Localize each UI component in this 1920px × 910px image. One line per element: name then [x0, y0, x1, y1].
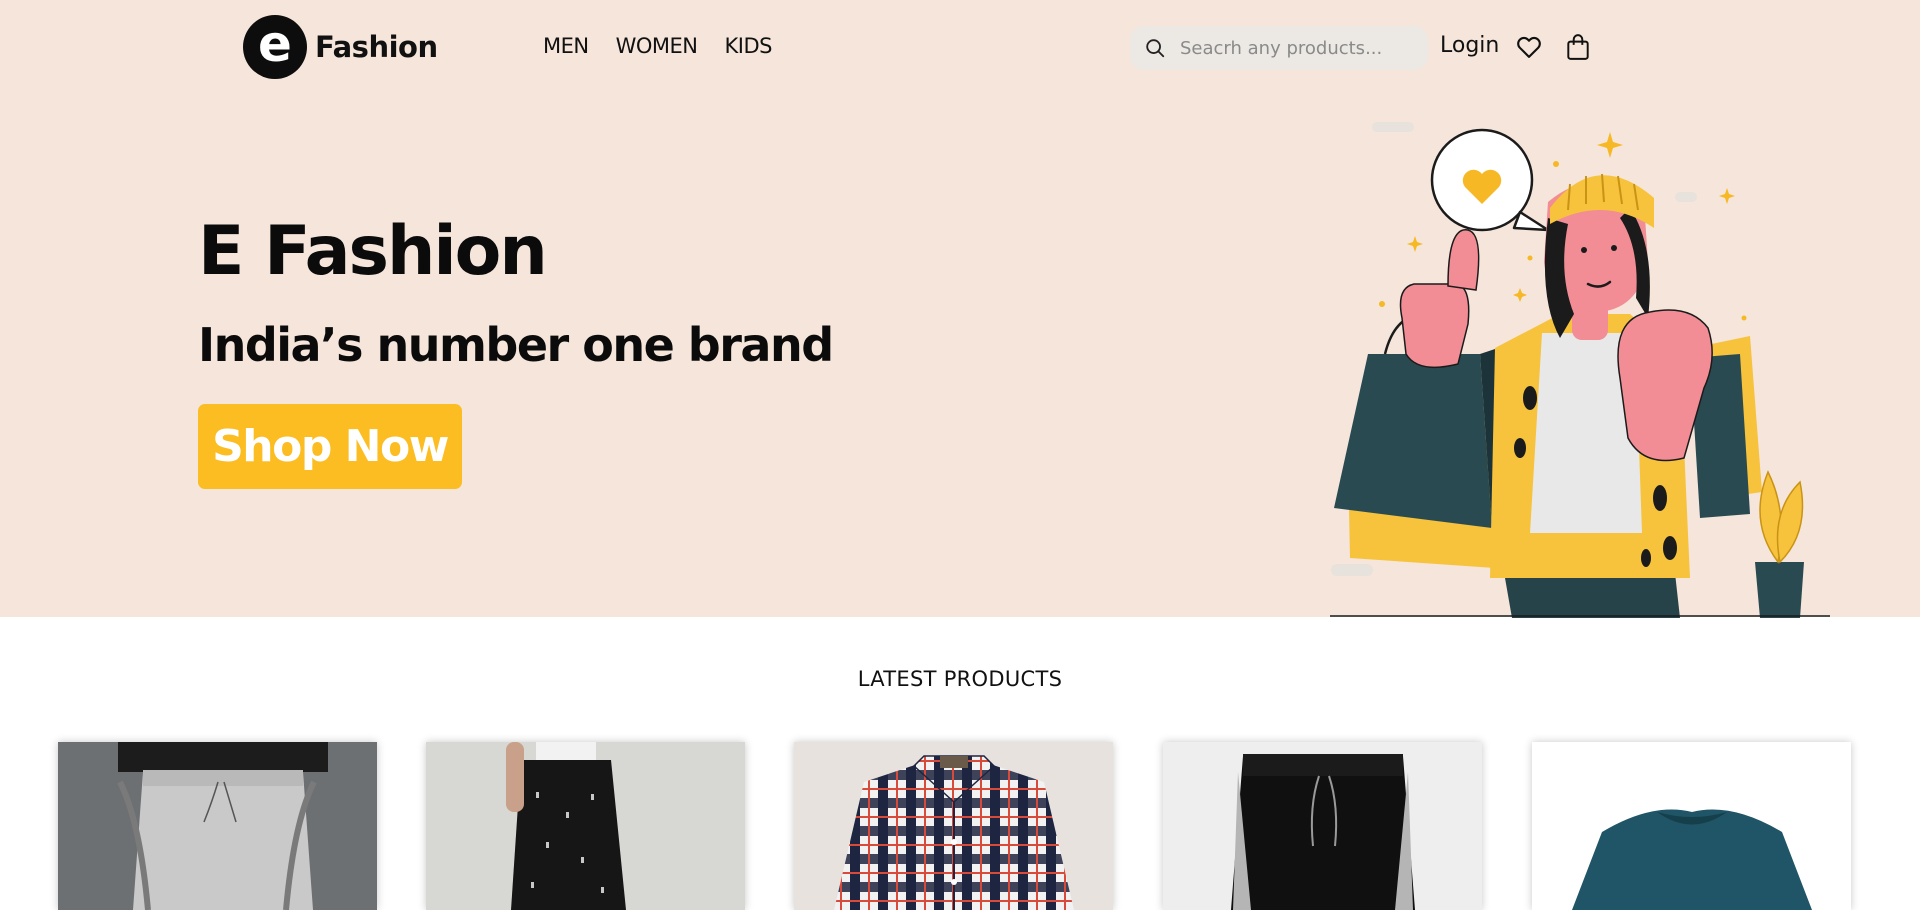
cart-button[interactable]: [1565, 33, 1591, 65]
plaid-shirt-image: [794, 742, 1113, 910]
brand-logo[interactable]: e Fashion: [243, 15, 438, 79]
shopping-bag-icon: [1567, 34, 1589, 60]
product-grid: [0, 742, 1920, 910]
hero-section: e Fashion MEN WOMEN KIDS Login E Fashion…: [0, 0, 1920, 618]
login-link[interactable]: Login: [1440, 33, 1499, 58]
wishlist-button[interactable]: [1515, 33, 1543, 65]
black-printed-trousers-image: [426, 742, 745, 910]
product-card[interactable]: [794, 742, 1113, 910]
shop-now-button[interactable]: Shop Now: [198, 404, 462, 489]
nav-item-kids[interactable]: KIDS: [725, 34, 773, 58]
logo-mark: e: [243, 15, 307, 79]
hero-title: E Fashion: [198, 212, 548, 291]
grey-joggers-image: [58, 742, 377, 910]
product-card[interactable]: [1163, 742, 1482, 910]
heart-icon: [1517, 36, 1541, 58]
product-card[interactable]: [58, 742, 377, 910]
hero-subtitle: India’s number one brand: [198, 318, 834, 372]
shopper-illustration: [1330, 122, 1830, 618]
main-nav: MEN WOMEN KIDS: [543, 34, 772, 58]
teal-sweatshirt-image: [1532, 742, 1851, 910]
search-bar: [1130, 26, 1428, 70]
product-card[interactable]: [1532, 742, 1851, 910]
black-track-pants-image: [1163, 742, 1482, 910]
search-icon[interactable]: [1144, 37, 1166, 59]
brand-name: Fashion: [315, 30, 438, 64]
search-input[interactable]: [1180, 37, 1410, 59]
nav-item-women[interactable]: WOMEN: [616, 34, 698, 58]
product-card[interactable]: [426, 742, 745, 910]
latest-products-heading: LATEST PRODUCTS: [857, 667, 1063, 691]
nav-item-men[interactable]: MEN: [543, 34, 589, 58]
